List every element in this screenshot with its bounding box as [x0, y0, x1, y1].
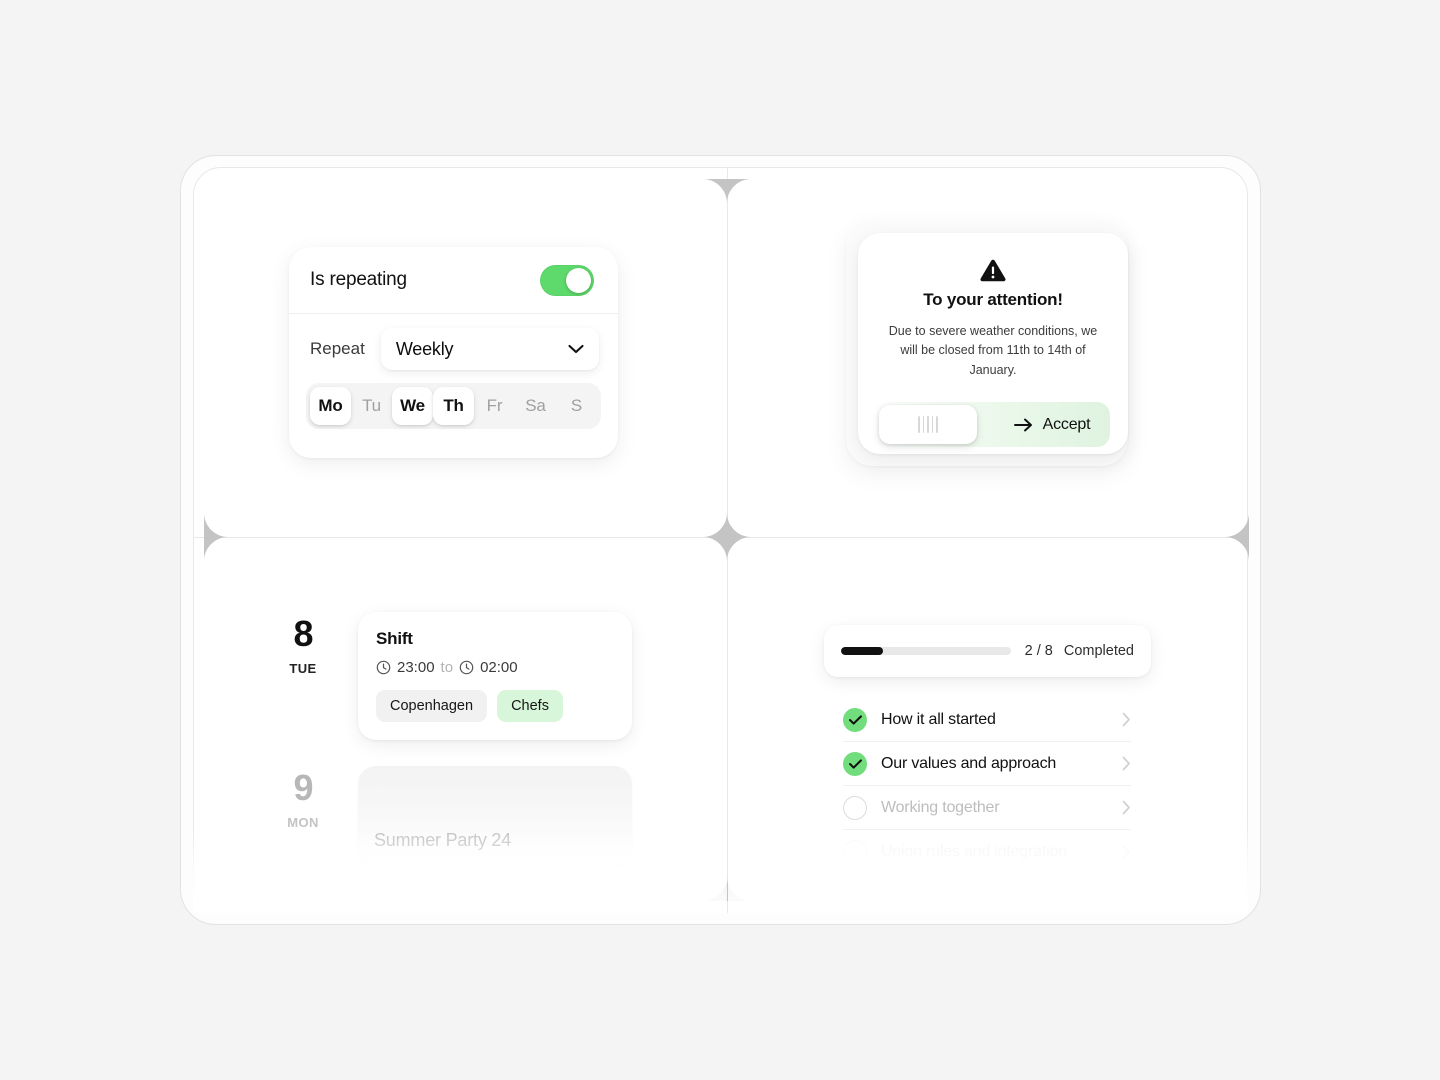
chevron-down-icon — [568, 344, 584, 354]
is-repeating-row: Is repeating — [289, 247, 618, 314]
grip-line — [931, 416, 934, 434]
onboarding-progress-card: 2 / 8 Completed — [824, 625, 1151, 677]
shift-tags: Copenhagen Chefs — [376, 690, 614, 722]
event-card[interactable]: Summer Party 24 — [358, 766, 632, 866]
shift-time-start: 23:00 — [397, 659, 435, 676]
task-check-empty-icon[interactable] — [843, 795, 867, 820]
clock-icon-start — [376, 660, 391, 675]
progress-label: Completed — [1063, 643, 1134, 659]
toggle-knob — [566, 267, 591, 293]
slide-handle[interactable] — [879, 405, 977, 445]
clock-icon-end — [459, 660, 474, 675]
grip-line — [936, 416, 938, 434]
is-repeating-label: Is repeating — [310, 269, 407, 290]
task-check-done-icon[interactable] — [843, 707, 867, 732]
task-row-0[interactable]: How it all started — [843, 698, 1131, 742]
task-row-1[interactable]: Our values and approach — [843, 742, 1131, 786]
schedule-day-number: 9 — [293, 767, 313, 808]
schedule-day-number: 8 — [293, 613, 313, 654]
chevron-right-icon — [1122, 845, 1131, 860]
warning-triangle-icon — [980, 259, 1006, 283]
screen: Is repeating Repeat Weekly Mo Tu We Th F… — [0, 0, 1440, 1080]
schedule-date-9: 9 MON — [272, 766, 334, 866]
weekday-su[interactable]: S — [556, 387, 597, 425]
is-repeating-toggle[interactable] — [540, 264, 594, 296]
repeat-frequency-row: Repeat Weekly — [289, 314, 618, 370]
weekday-fr[interactable]: Fr — [474, 387, 515, 425]
shift-title: Shift — [376, 629, 413, 648]
shift-time-separator: to — [440, 659, 454, 676]
grip-line — [922, 416, 925, 434]
weekday-mo[interactable]: Mo — [310, 387, 351, 425]
event-title: Summer Party 24 — [374, 830, 512, 850]
repeat-settings-card: Is repeating Repeat Weekly Mo Tu We Th F… — [289, 247, 618, 458]
progress-bar-track — [841, 647, 1011, 655]
weekday-th[interactable]: Th — [433, 387, 474, 425]
weekday-tu[interactable]: Tu — [351, 387, 392, 425]
task-label: How it all started — [881, 710, 996, 728]
weekday-sa[interactable]: Sa — [515, 387, 556, 425]
task-label: Our values and approach — [881, 754, 1057, 772]
repeat-frequency-value: Weekly — [395, 338, 454, 359]
schedule-day-name: TUE — [289, 661, 317, 676]
slide-to-accept[interactable]: Accept — [876, 402, 1110, 448]
shift-tag-role[interactable]: Chefs — [497, 690, 563, 722]
weekday-selector: Mo Tu We Th Fr Sa S — [306, 383, 601, 429]
task-row-2[interactable]: Working together — [843, 786, 1131, 830]
task-check-empty-icon[interactable] — [843, 840, 867, 864]
shift-time-range: 23:00 to 02:00 — [376, 659, 614, 676]
task-label: Working together — [881, 798, 1000, 816]
grid-divider-vertical — [727, 167, 728, 913]
repeat-label: Repeat — [310, 339, 365, 358]
alert-dialog: To your attention! Due to severe weather… — [858, 233, 1128, 454]
chevron-right-icon — [1122, 712, 1131, 727]
chevron-right-icon — [1122, 800, 1131, 815]
repeat-frequency-select[interactable]: Weekly — [380, 328, 599, 370]
grip-line — [918, 416, 920, 434]
grip-line — [927, 416, 929, 434]
grid-divider-horizontal — [193, 537, 1248, 538]
weekday-we[interactable]: We — [392, 387, 433, 425]
shift-card[interactable]: Shift 23:00 to 02:00 Copenhagen Chefs — [358, 612, 632, 740]
accept-label: Accept — [1042, 415, 1091, 433]
progress-fraction: 2 / 8 — [1024, 643, 1053, 659]
task-check-done-icon[interactable] — [843, 751, 867, 776]
schedule-list: 8 TUE Shift 23:00 to 02:00 Copenhagen Ch… — [272, 612, 632, 866]
task-label: Union rules and integration — [881, 843, 1067, 860]
schedule-entry-9: 9 MON Summer Party 24 — [272, 766, 632, 866]
chevron-right-icon — [1122, 756, 1131, 771]
alert-body: Due to severe weather conditions, we wil… — [888, 324, 1098, 377]
slide-label-group: Accept — [994, 416, 1110, 434]
schedule-date-8: 8 TUE — [272, 612, 334, 740]
schedule-entry-8: 8 TUE Shift 23:00 to 02:00 Copenhagen Ch… — [272, 612, 632, 740]
checkmark-icon — [848, 758, 862, 769]
checkmark-icon — [848, 714, 862, 725]
progress-bar-fill — [841, 647, 884, 655]
arrow-right-icon — [1013, 418, 1033, 432]
schedule-day-name: MON — [287, 815, 319, 830]
shift-time-end: 02:00 — [480, 659, 518, 676]
progress-status: 2 / 8 Completed — [1025, 643, 1134, 659]
alert-title: To your attention! — [923, 290, 1063, 309]
task-row-3[interactable]: Union rules and integration — [843, 830, 1131, 874]
onboarding-task-list: How it all started Our values and approa… — [843, 698, 1131, 874]
shift-tag-location[interactable]: Copenhagen — [376, 690, 488, 722]
